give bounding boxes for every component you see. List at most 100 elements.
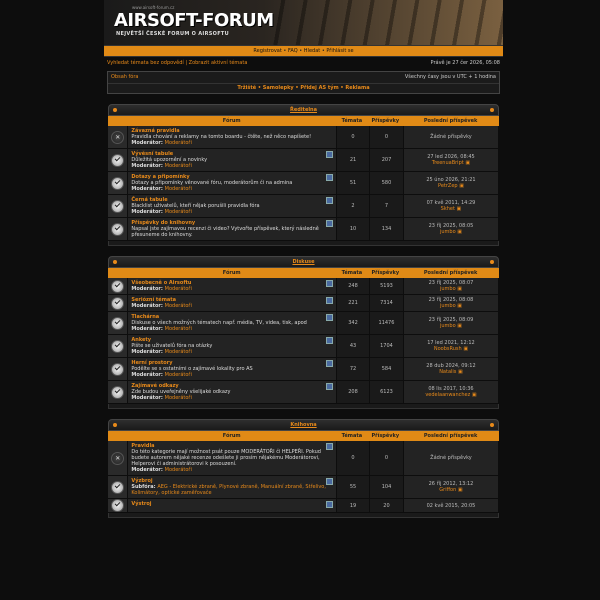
category-title[interactable]: Diskuse (292, 259, 314, 265)
forum-info: Všeobecně o Airsoftu Moderátor: Moderáto… (128, 278, 338, 294)
feed-icon[interactable] (326, 314, 334, 321)
feed-icon[interactable] (326, 443, 334, 450)
last-post-user[interactable]: jumbo (440, 303, 456, 309)
moderator-link[interactable]: Moderátoři (165, 286, 192, 292)
last-post-user[interactable]: jumbo (440, 229, 456, 235)
col-icon (108, 116, 128, 126)
forum-index-link[interactable]: Obsah fóra (111, 74, 138, 81)
forum-info: Příspěvky do knihovny Napsal jste zajíma… (128, 218, 338, 240)
moderator-link[interactable]: Moderátoři (165, 395, 192, 401)
locked-icon (111, 451, 125, 465)
forum-row: Závazná pravidla Pravidla chování a rekl… (108, 126, 499, 149)
last-post-user[interactable]: Natalis (439, 369, 456, 375)
forum-info: Pravidla Do této kategorie mají možnost … (128, 441, 338, 475)
feed-icon[interactable] (326, 220, 334, 227)
feed-icon[interactable] (326, 360, 334, 367)
topic-count: 43 (337, 335, 370, 357)
post-count: 104 (370, 476, 404, 498)
forum-row: Seriózní témata Moderátor: Moderátoři 22… (108, 295, 499, 312)
goto-last-post-icon[interactable]: ▣ (458, 487, 463, 493)
last-post: 27 led 2026, 08:45 TreenuaBript ▣ (403, 149, 499, 171)
unanswered-active-links[interactable]: Vyhledat témata bez odpovědí | Zobrazit … (107, 60, 247, 68)
last-post-user[interactable]: jumbo (440, 286, 456, 292)
moderator-link[interactable]: Moderátoři (165, 349, 192, 355)
feed-icon[interactable] (326, 337, 334, 344)
register-link[interactable]: Registrovat (253, 48, 281, 54)
goto-last-post-icon[interactable]: ▣ (458, 369, 463, 375)
category-title[interactable]: Knihovna (290, 422, 316, 428)
goto-last-post-icon[interactable]: ▣ (457, 323, 462, 329)
moderator-line: Moderátor: Moderátoři (131, 140, 333, 146)
site-logo[interactable]: AIRSOFT-FORUM (114, 10, 274, 31)
moderator-line: Moderátor: Moderátoři (131, 186, 333, 192)
moderator-label: Moderátor: (131, 326, 163, 332)
topic-count: 2 (337, 195, 370, 217)
feed-icon[interactable] (326, 478, 334, 485)
category-list: Ředitelna Fórum Témata Příspěvky Poslední p… (104, 104, 503, 518)
moderator-link[interactable]: Moderátoři (165, 186, 192, 192)
feed-icon[interactable] (326, 280, 334, 287)
goto-last-post-icon[interactable]: ▣ (457, 206, 462, 212)
feed-icon[interactable] (326, 297, 334, 304)
bullet-icon (490, 260, 494, 264)
topic-count: 55 (337, 476, 370, 498)
forum-info: Černá tabule Blacklist uživatelů, kteří … (128, 195, 338, 217)
col-forum: Fórum (222, 270, 241, 276)
moderator-link[interactable]: Moderátoři (165, 163, 192, 169)
last-post-user[interactable]: vedelaanwanchez (425, 392, 470, 398)
topic-count: 221 (337, 295, 370, 311)
goto-last-post-icon[interactable]: ▣ (457, 286, 462, 292)
category-footer (108, 241, 499, 246)
last-post-user[interactable]: Skhet (441, 206, 455, 212)
forum-description: Do této kategorie mají možnost psát pouz… (131, 449, 321, 467)
moderator-label: Moderátor: (131, 186, 163, 192)
col-forum: Fórum (222, 433, 241, 439)
moderator-link[interactable]: Moderátoři (165, 467, 192, 473)
login-link[interactable]: Přihlásit se (326, 48, 353, 54)
feed-icon[interactable] (326, 383, 334, 390)
goto-last-post-icon[interactable]: ▣ (459, 183, 464, 189)
last-post-user[interactable]: TreenuaBript (432, 160, 464, 166)
search-link[interactable]: Hledat (304, 48, 320, 54)
goto-last-post-icon[interactable]: ▣ (457, 229, 462, 235)
forum-row: Zajímavé odkazy Zde budou uveřejněny vše… (108, 381, 499, 404)
moderator-link[interactable]: AEG - Elektrické zbraně, Plynové zbraně,… (131, 484, 326, 496)
col-last: Poslední příspěvek (423, 433, 478, 439)
moderator-link[interactable]: Moderátoři (165, 372, 192, 378)
sub-bar: Vyhledat témata bez odpovědí | Zobrazit … (104, 57, 503, 71)
topic-count: 208 (337, 381, 370, 403)
feed-icon[interactable] (326, 151, 334, 158)
moderator-line: Moderátor: Moderátoři (131, 303, 333, 309)
feed-icon[interactable] (326, 197, 334, 204)
last-post: 02 kvě 2015, 20:05 (403, 499, 499, 512)
forum-name[interactable]: Výstroj (131, 501, 333, 507)
moderator-link[interactable]: Moderátoři (165, 140, 192, 146)
moderator-line: Moderátor: Moderátoři (131, 395, 333, 401)
last-post-user[interactable]: Griffon (439, 487, 456, 493)
forum-status (108, 149, 129, 171)
last-post-user[interactable]: PetrZep (438, 183, 458, 189)
goto-last-post-icon[interactable]: ▣ (457, 303, 462, 309)
check-icon (111, 385, 125, 399)
last-post-user[interactable]: jumbo (440, 323, 456, 329)
last-post: 23 říj 2025, 08:09 jumbo ▣ (403, 312, 499, 334)
quick-links[interactable]: Tržiště • Samolepky • Přidej AS tým • Re… (108, 83, 499, 93)
moderator-link[interactable]: Moderátoři (165, 326, 192, 332)
last-post-user[interactable]: NoobsRush (434, 346, 462, 352)
col-topics: Témata (341, 118, 363, 124)
goto-last-post-icon[interactable]: ▣ (463, 346, 468, 352)
forum-row: Výzbroj Subfóra: AEG - Elektrické zbraně… (108, 476, 499, 499)
category-0: Ředitelna Fórum Témata Příspěvky Poslední p… (108, 104, 499, 246)
goto-last-post-icon[interactable]: ▣ (465, 160, 470, 166)
category-footer (108, 513, 499, 518)
forum-info: Tlachárna Diskuse o všech možných témate… (128, 312, 338, 334)
feed-icon[interactable] (326, 501, 334, 508)
category-title[interactable]: Ředitelna (290, 107, 317, 113)
goto-last-post-icon[interactable]: ▣ (472, 392, 477, 398)
moderator-link[interactable]: Moderátoři (165, 209, 192, 215)
faq-link[interactable]: FAQ (288, 48, 298, 54)
check-icon (111, 176, 125, 190)
moderator-link[interactable]: Moderátoři (165, 303, 192, 309)
feed-icon[interactable] (326, 174, 334, 181)
last-post: 23 říj 2025, 08:08 jumbo ▣ (403, 295, 499, 311)
